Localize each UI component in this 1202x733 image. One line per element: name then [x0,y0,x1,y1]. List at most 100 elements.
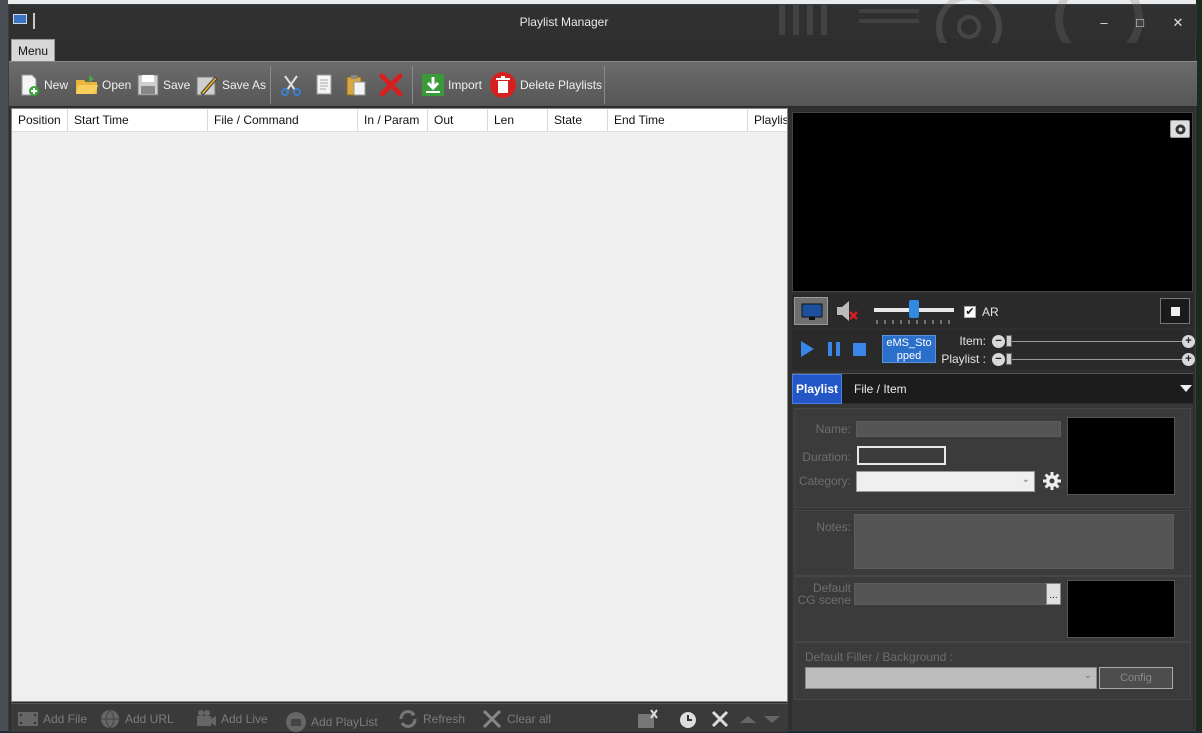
save-button[interactable]: Save [136,70,190,100]
move-down-button[interactable] [761,708,787,730]
refresh-button[interactable]: Refresh [397,708,465,730]
cg-scene-thumbnail[interactable] [1067,580,1175,638]
player-panel: ✔ AR eMS_Sto pped Item: − + Playlist : −… [789,108,1195,730]
save-as-pencil-icon [196,76,218,96]
add-playlist-label: Add PlayList [311,715,378,729]
filler-select[interactable]: ⌄ [805,667,1097,689]
move-up-button[interactable] [737,708,763,730]
ar-checkbox[interactable]: ✔ [964,306,976,318]
add-live-label: Add Live [221,712,268,726]
column-header-position[interactable]: Position [12,109,68,132]
toolbar-separator [412,66,413,104]
mute-speaker-icon[interactable] [834,298,860,324]
playlist-minus-button[interactable]: − [992,353,1005,366]
video-preview[interactable] [792,112,1193,292]
film-strip-icon [18,712,38,726]
column-header-out[interactable]: Out [428,109,488,132]
clear-all-button[interactable]: Clear all [481,708,551,730]
desktop-left-strip [0,0,8,731]
add-file-button[interactable]: Add File [17,708,87,730]
audio-video-controls: ✔ AR [792,294,1193,328]
minimize-button[interactable]: – [1089,13,1119,33]
copy-button[interactable] [312,70,339,100]
cg-browse-button[interactable]: ... [1046,583,1061,605]
settings-gear-icon[interactable] [1043,472,1061,490]
desktop-right-strip [1196,0,1202,731]
remove-item-button[interactable] [709,708,735,730]
title-bar[interactable]: Playlist Manager – □ ✕ [9,0,1197,43]
copy-icon [316,74,332,95]
save-label: Save [163,78,191,92]
monitor-icon [801,303,823,320]
item-progress-thumb[interactable] [1006,335,1012,347]
open-label: Open [102,78,132,92]
playlist-progress-thumb[interactable] [1006,353,1012,365]
column-header-len[interactable]: Len [488,109,548,132]
item-plus-button[interactable]: + [1182,335,1195,348]
playlist-thumbnail[interactable] [1067,417,1175,495]
notes-textarea[interactable] [854,514,1174,569]
duration-field[interactable] [857,446,946,465]
column-header-state[interactable]: State [548,109,608,132]
name-field[interactable] [856,421,1061,437]
column-header-in-param[interactable]: In / Param [358,109,428,132]
column-header-start-time[interactable]: Start Time [68,109,208,132]
config-button[interactable]: Config [1099,667,1173,689]
category-label: Category: [798,474,851,488]
film-scissors-icon [638,709,658,728]
fullscreen-icon [1171,307,1180,316]
column-header-playlist[interactable]: Playlist [748,109,787,132]
import-download-icon [422,74,444,96]
close-button[interactable]: ✕ [1163,13,1193,33]
name-label: Name: [815,422,851,436]
playlist-manager-window: Playlist Manager – □ ✕ Menu New Open Sav… [8,0,1197,733]
delete-playlists-button[interactable]: Delete Playlists [489,70,602,100]
tab-dropdown-arrow-icon[interactable] [1180,385,1192,392]
playlist-table[interactable]: Position Start Time File / Command In / … [11,108,788,702]
playlist-icon [286,712,306,732]
globe-icon [101,709,119,729]
add-playlist-button[interactable]: Add PlayList [285,711,378,733]
toolbar-separator [604,66,605,104]
save-as-button[interactable]: Save As [195,70,266,100]
item-progress-label: Item: [959,334,986,348]
play-icon[interactable] [798,340,816,358]
import-button[interactable]: Import [421,70,482,100]
maximize-button[interactable]: □ [1125,13,1155,33]
open-button[interactable]: Open [75,70,131,100]
category-select[interactable]: ⌄ [856,471,1035,492]
monitor-button[interactable] [794,297,828,325]
column-header-end-time[interactable]: End Time [608,109,748,132]
item-minus-button[interactable]: − [992,335,1005,348]
column-header-file-command[interactable]: File / Command [208,109,358,132]
delete-playlists-label: Delete Playlists [520,78,603,92]
cut-button[interactable] [279,70,306,100]
pause-icon[interactable] [825,340,843,358]
playlist-progress-track[interactable] [1006,359,1182,360]
window-title: Playlist Manager [519,15,609,29]
paste-button[interactable] [344,70,371,100]
item-progress-track[interactable] [1006,341,1182,342]
snapshot-button[interactable] [1170,120,1190,138]
cg-scene-field[interactable] [854,583,1048,605]
add-live-button[interactable]: Add Live [195,708,268,730]
save-as-label: Save As [222,78,267,92]
delete-item-button[interactable] [379,70,406,100]
volume-ticks [876,320,950,324]
playlist-plus-button[interactable]: + [1182,353,1195,366]
ar-label: AR [982,305,999,319]
cut-clip-button[interactable] [637,708,663,730]
playlist-properties: Name: Duration: Category: ⌄ Notes: Defau… [792,404,1193,730]
triangle-up-icon [740,716,756,723]
filler-section: Default Filler / Background : ⌄ Config [794,642,1191,700]
tab-file-item[interactable]: File / Item [854,374,907,404]
add-url-label: Add URL [125,712,174,726]
stop-icon[interactable] [851,340,869,358]
schedule-button[interactable] [677,708,703,730]
tab-playlist[interactable]: Playlist [792,374,842,404]
fullscreen-button[interactable] [1160,298,1190,324]
menu-tab[interactable]: Menu [11,39,55,61]
new-button[interactable]: New [17,70,68,100]
volume-slider-thumb[interactable] [909,300,919,318]
add-url-button[interactable]: Add URL [99,708,174,730]
